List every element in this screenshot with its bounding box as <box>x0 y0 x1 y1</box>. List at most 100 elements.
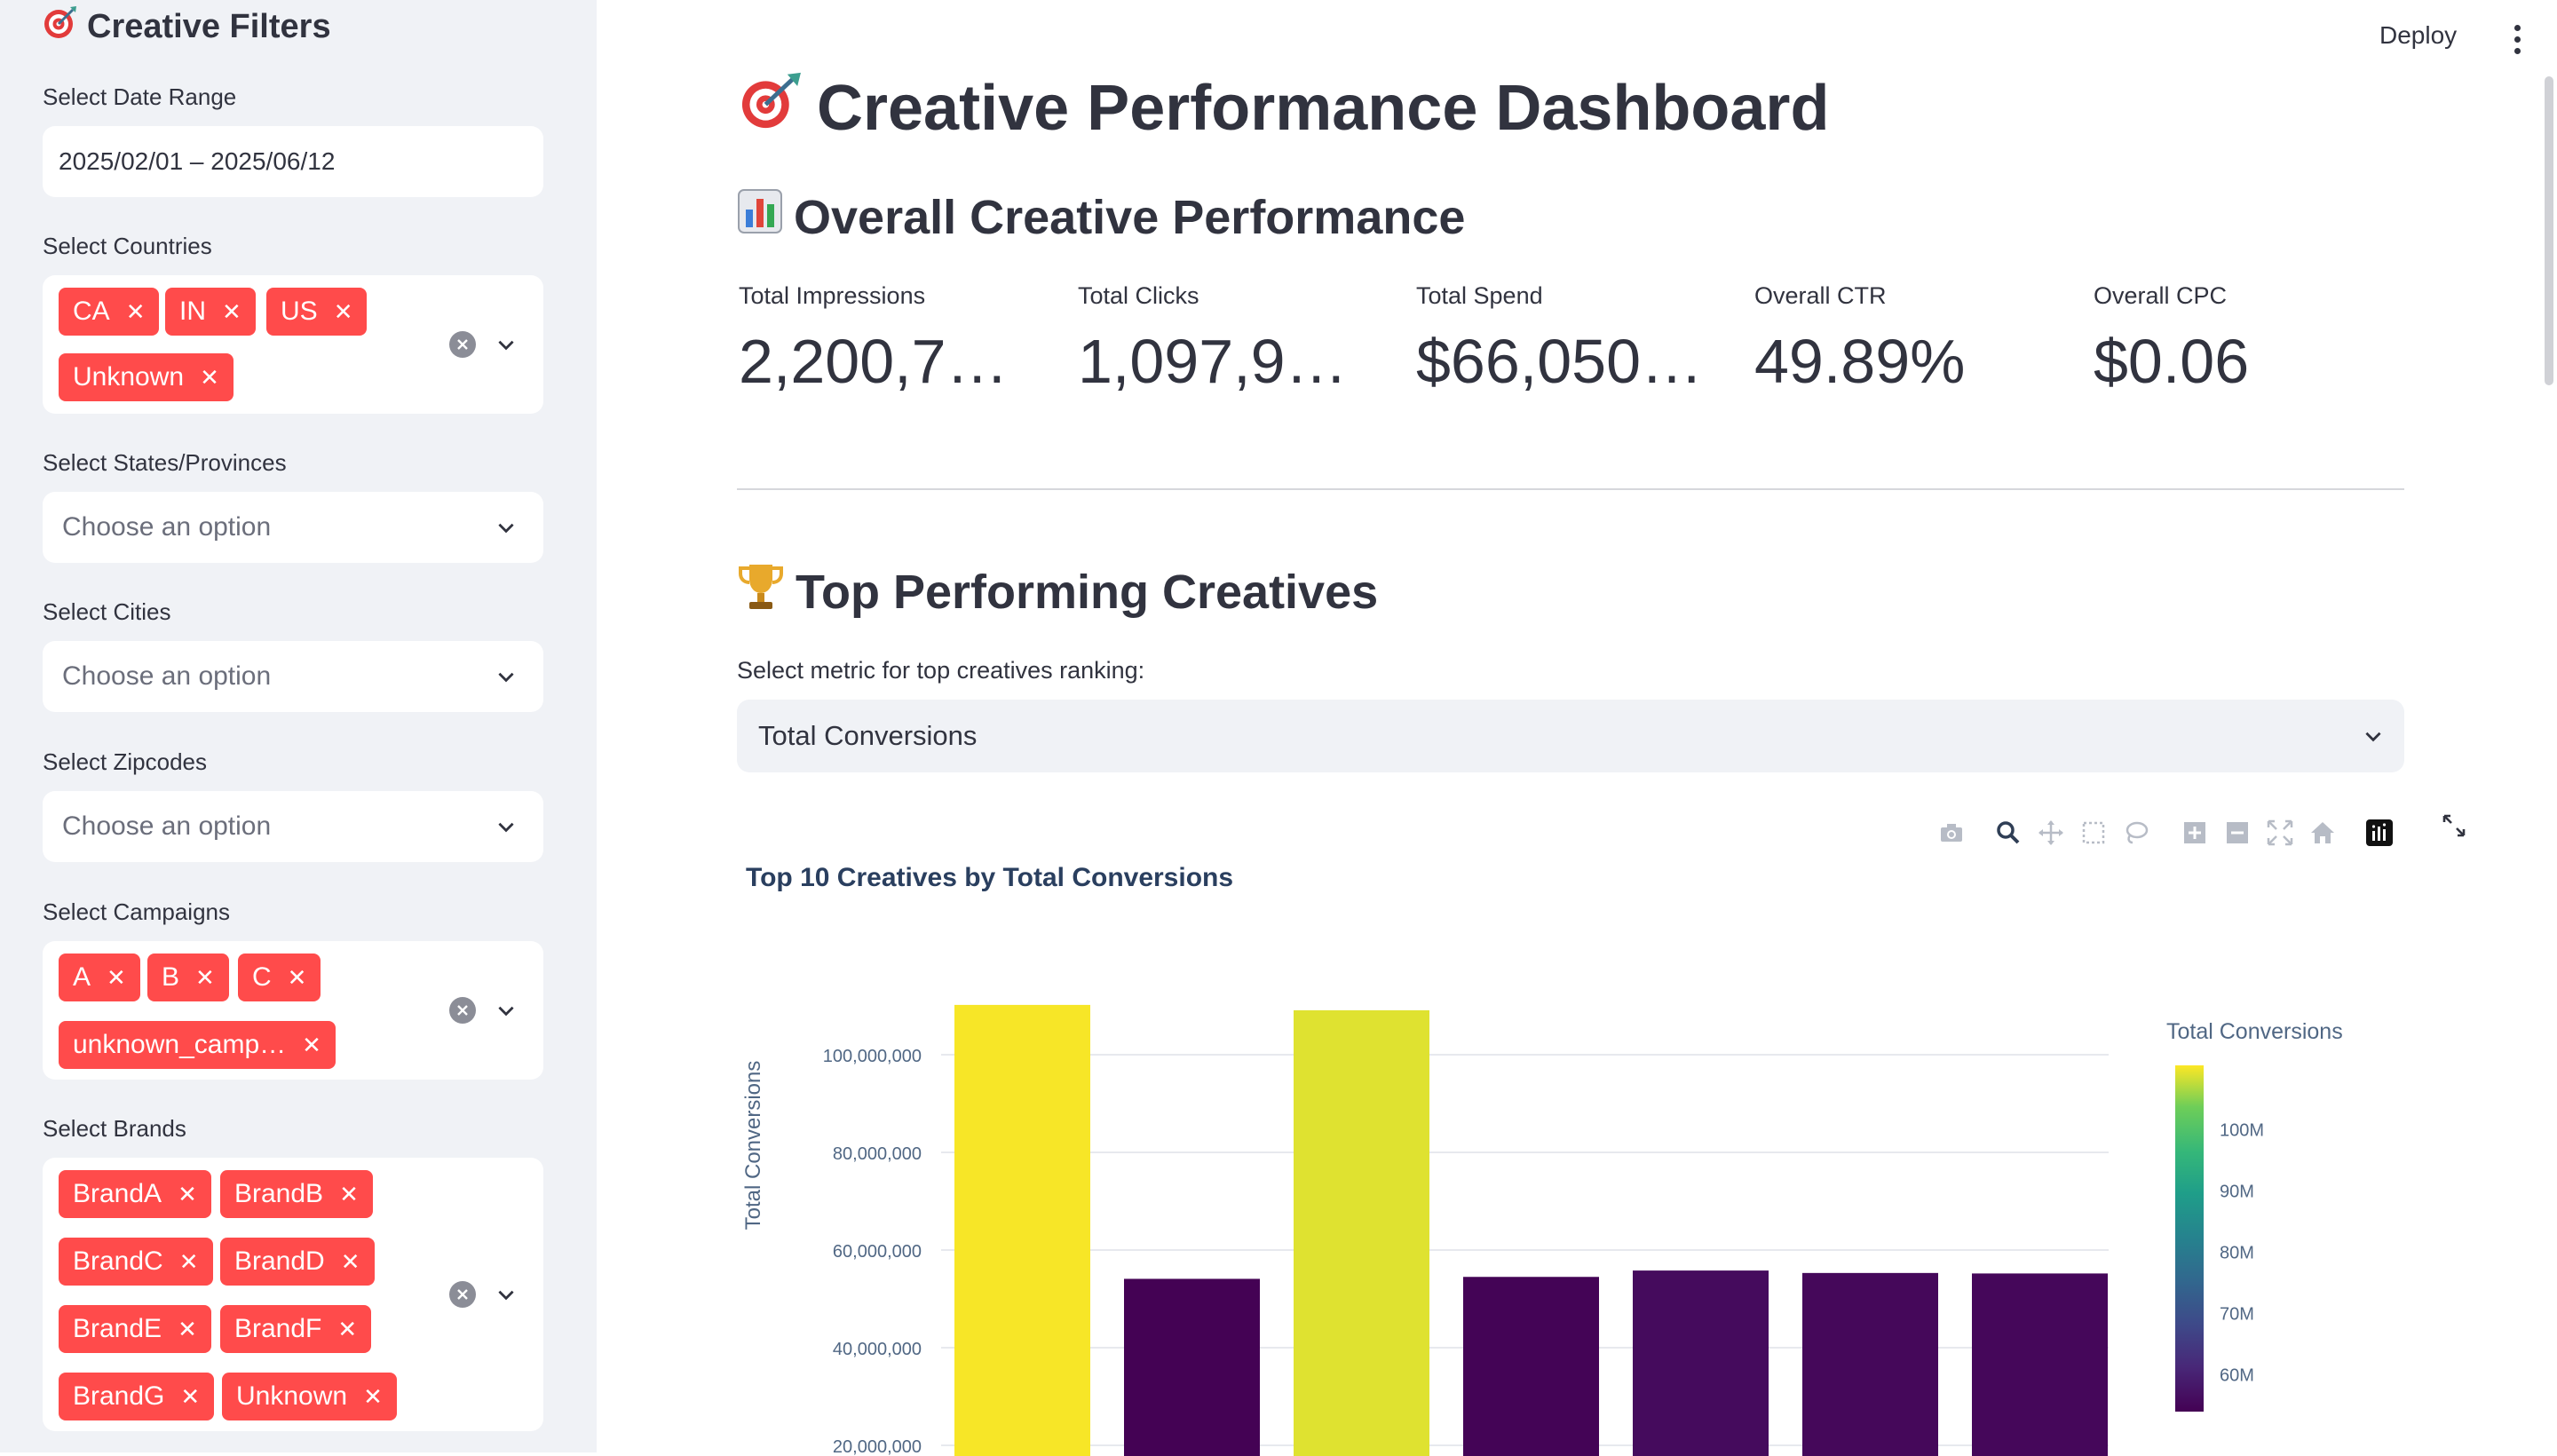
campaign-tag[interactable]: A ✕ <box>59 954 140 1001</box>
plotly-logo-icon[interactable] <box>2363 817 2395 849</box>
campaign-tag[interactable]: B ✕ <box>147 954 229 1001</box>
countries-multiselect[interactable]: CA ✕ IN ✕ US ✕ Unknown ✕ <box>43 275 543 414</box>
tag-label: unknown_camp… <box>73 1030 287 1059</box>
fullscreen-icon[interactable] <box>2438 810 2470 842</box>
remove-tag-icon[interactable]: ✕ <box>337 1318 357 1341</box>
metric-select-value: Total Conversions <box>758 720 978 751</box>
cities-select[interactable]: Choose an option <box>43 641 543 712</box>
chevron-down-icon[interactable] <box>493 663 519 690</box>
chevron-down-icon[interactable] <box>493 331 519 358</box>
pan-icon[interactable] <box>2035 817 2067 849</box>
tag-label: CA <box>73 297 110 326</box>
remove-tag-icon[interactable]: ✕ <box>195 966 215 989</box>
colorbar-tick-label: 90M <box>2220 1183 2254 1202</box>
date-range-input[interactable]: 2025/02/01 – 2025/06/12 <box>43 126 543 197</box>
remove-tag-icon[interactable]: ✕ <box>179 1250 199 1273</box>
remove-tag-icon[interactable]: ✕ <box>200 366 219 389</box>
camera-icon[interactable] <box>1936 817 1967 849</box>
remove-tag-icon[interactable]: ✕ <box>341 1250 360 1273</box>
remove-tag-icon[interactable]: ✕ <box>363 1385 383 1408</box>
chart-svg: 20,000,000 40,000,000 60,000,000 80,000,000… <box>741 1004 2343 1456</box>
states-select[interactable]: Choose an option <box>43 492 543 563</box>
bar-chart: 20,000,000 40,000,000 60,000,000 80,000,000… <box>728 923 2379 1456</box>
tag-label: BrandF <box>234 1314 322 1343</box>
campaign-tag[interactable]: unknown_camp… ✕ <box>59 1021 336 1069</box>
brand-tag[interactable]: Unknown ✕ <box>222 1373 397 1420</box>
zoom-in-icon[interactable] <box>2179 817 2211 849</box>
cities-label: Select Cities <box>43 598 171 625</box>
tag-label: BrandA <box>73 1179 162 1208</box>
campaign-tag[interactable]: C ✕ <box>238 954 321 1001</box>
zoom-out-icon[interactable] <box>2221 817 2253 849</box>
page-title: Creative Performance Dashboard <box>737 71 1829 145</box>
bar <box>1294 1009 1429 1456</box>
remove-tag-icon[interactable]: ✕ <box>178 1183 197 1206</box>
country-tag[interactable]: US ✕ <box>266 288 368 336</box>
brand-tag[interactable]: BrandD ✕ <box>220 1238 375 1286</box>
home-icon[interactable] <box>2307 817 2339 849</box>
remove-tag-icon[interactable]: ✕ <box>107 966 126 989</box>
metric-select-label: Select metric for top creatives ranking: <box>737 657 1145 684</box>
chevron-down-icon[interactable] <box>2360 723 2387 749</box>
brand-tag[interactable]: BrandG ✕ <box>59 1373 215 1420</box>
remove-tag-icon[interactable]: ✕ <box>126 300 146 323</box>
metric-value: $0.06 <box>2094 327 2250 396</box>
tag-label: BrandD <box>234 1246 325 1276</box>
bar <box>1463 1277 1599 1456</box>
top-creatives-heading: Top Performing Creatives <box>737 561 1378 622</box>
box-select-icon[interactable] <box>2078 817 2110 849</box>
bar <box>1633 1270 1769 1456</box>
autoscale-icon[interactable] <box>2264 817 2296 849</box>
brand-tag[interactable]: BrandC ✕ <box>59 1238 213 1286</box>
brand-tag[interactable]: BrandF ✕ <box>220 1305 372 1353</box>
clear-all-icon[interactable] <box>449 331 476 358</box>
scrollbar[interactable] <box>2545 76 2553 385</box>
campaigns-multiselect[interactable]: A ✕ B ✕ C ✕ unknown_camp… ✕ <box>43 941 543 1080</box>
chevron-down-icon[interactable] <box>493 997 519 1024</box>
brands-multiselect[interactable]: BrandA ✕ BrandB ✕ BrandC ✕ BrandD ✕ BrandE ✕ … <box>43 1158 543 1431</box>
bar <box>954 1004 1090 1456</box>
remove-tag-icon[interactable]: ✕ <box>302 1033 321 1056</box>
remove-tag-icon[interactable]: ✕ <box>288 966 307 989</box>
brand-tag[interactable]: BrandA ✕ <box>59 1170 211 1218</box>
country-tag[interactable]: Unknown ✕ <box>59 353 234 401</box>
zipcodes-select[interactable]: Choose an option <box>43 791 543 862</box>
clear-all-icon[interactable] <box>449 997 476 1024</box>
deploy-button[interactable]: Deploy <box>2379 21 2457 50</box>
country-tag[interactable]: IN ✕ <box>165 288 256 336</box>
remove-tag-icon[interactable]: ✕ <box>178 1318 197 1341</box>
y-tick-label: 20,000,000 <box>833 1437 922 1456</box>
overall-heading-text: Overall Creative Performance <box>794 190 1466 244</box>
chevron-down-icon[interactable] <box>493 813 519 840</box>
chart-title: Top 10 Creatives by Total Conversions <box>746 863 1234 892</box>
lasso-select-icon[interactable] <box>2120 817 2152 849</box>
colorbar <box>2175 1065 2204 1412</box>
country-tag[interactable]: CA ✕ <box>59 288 160 336</box>
brand-tag[interactable]: BrandE ✕ <box>59 1305 211 1353</box>
metric-total-impressions: Total Impressions 2,200,72… <box>739 282 1041 397</box>
remove-tag-icon[interactable]: ✕ <box>334 300 353 323</box>
metric-select[interactable]: Total Conversions <box>737 700 2404 772</box>
y-axis-title: Total Conversions <box>741 1061 765 1230</box>
clear-all-icon[interactable] <box>449 1281 476 1308</box>
remove-tag-icon[interactable]: ✕ <box>339 1183 359 1206</box>
chevron-down-icon[interactable] <box>493 1281 519 1308</box>
chevron-down-icon[interactable] <box>493 514 519 541</box>
tag-label: BrandE <box>73 1314 162 1343</box>
bar <box>1972 1273 2108 1456</box>
divider <box>737 488 2404 490</box>
remove-tag-icon[interactable]: ✕ <box>222 300 241 323</box>
brand-tag[interactable]: BrandB ✕ <box>220 1170 373 1218</box>
tag-label: B <box>162 962 180 992</box>
tag-label: US <box>281 297 318 326</box>
zoom-icon[interactable] <box>1992 817 2024 849</box>
remove-tag-icon[interactable]: ✕ <box>180 1385 200 1408</box>
target-dart-icon <box>43 4 78 49</box>
cities-placeholder: Choose an option <box>62 661 272 691</box>
top-creatives-heading-text: Top Performing Creatives <box>796 565 1379 619</box>
colorbar-tick-label: 70M <box>2220 1305 2254 1325</box>
main-menu-icon[interactable] <box>2513 25 2521 54</box>
target-dart-icon <box>737 71 804 145</box>
colorbar-tick-label: 80M <box>2220 1244 2254 1263</box>
sidebar-title-text: Creative Filters <box>87 7 331 45</box>
